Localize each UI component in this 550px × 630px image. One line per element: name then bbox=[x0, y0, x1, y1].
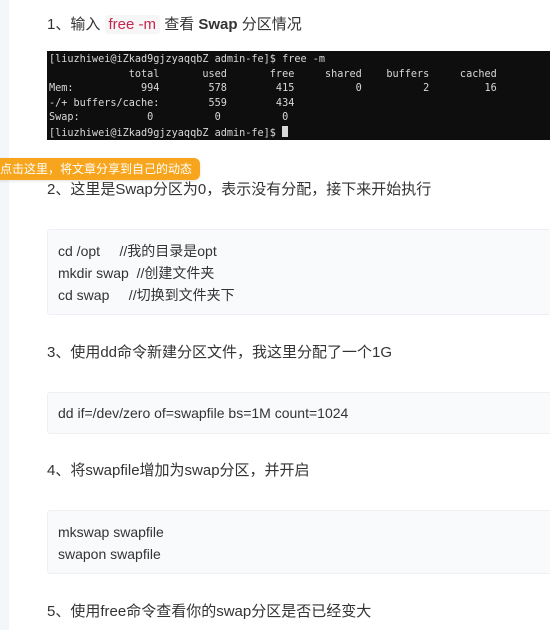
terminal-screenshot: [liuzhiwei@iZkad9gjzyaqqbZ admin-fe]$ fr… bbox=[47, 51, 550, 140]
step-number: 1、 bbox=[47, 16, 71, 33]
code-line: mkswap swapfile bbox=[58, 524, 164, 540]
code-block-setup: cd /opt //我的目录是opt mkdir swap //创建文件夹 cd… bbox=[47, 229, 550, 315]
step-text: 分区情况 bbox=[237, 16, 302, 33]
step-4-heading: 4、将swapfile增加为swap分区，并开启 bbox=[47, 462, 310, 479]
code-line: cd swap //切换到文件夹下 bbox=[58, 287, 235, 303]
step-5-heading: 5、使用free命令查看你的swap分区是否已经变大 bbox=[47, 603, 372, 620]
step-3-heading: 3、使用dd命令新建分区文件，我这里分配了一个1G bbox=[47, 344, 393, 361]
terminal-prompt: [liuzhiwei@iZkad9gjzyaqqbZ admin-fe]$ bbox=[49, 127, 283, 139]
left-sidebar-strip bbox=[0, 0, 9, 630]
code-line: cd /opt //我的目录是opt bbox=[58, 243, 217, 259]
terminal-line: total used free shared buffers cached bbox=[49, 68, 497, 80]
terminal-line: -/+ buffers/cache: 559 434 bbox=[49, 97, 295, 109]
terminal-cursor bbox=[282, 125, 289, 137]
terminal-line: Mem: 994 578 415 0 2 16 bbox=[49, 83, 497, 95]
code-block-mkswap: mkswap swapfile swapon swapfile bbox=[47, 510, 550, 574]
terminal-prompt-line: [liuzhiwei@iZkad9gjzyaqqbZ admin-fe]$ bbox=[49, 125, 550, 140]
step-text: 查看 bbox=[160, 16, 199, 33]
step-2-heading: 2、这里是Swap分区为0，表示没有分配，接下来开始执行 bbox=[47, 181, 432, 198]
share-tooltip[interactable]: 点击这里，将文章分享到自己的动态 bbox=[0, 158, 201, 180]
code-line: dd if=/dev/zero of=swapfile bs=1M count=… bbox=[58, 405, 349, 421]
terminal-line: [liuzhiwei@iZkad9gjzyaqqbZ admin-fe]$ fr… bbox=[49, 54, 326, 65]
step-text: 输入 bbox=[70, 16, 105, 33]
code-line: mkdir swap //创建文件夹 bbox=[58, 265, 215, 281]
code-line: swapon swapfile bbox=[58, 546, 161, 562]
step-bold-text: Swap bbox=[198, 16, 238, 33]
terminal-line: Swap: 0 0 0 bbox=[49, 112, 289, 124]
code-block-dd: dd if=/dev/zero of=swapfile bs=1M count=… bbox=[47, 392, 550, 434]
inline-code-free-m: free -m bbox=[104, 15, 161, 34]
step-1-heading: 1、输入 free -m 查看 Swap 分区情况 bbox=[47, 15, 302, 35]
